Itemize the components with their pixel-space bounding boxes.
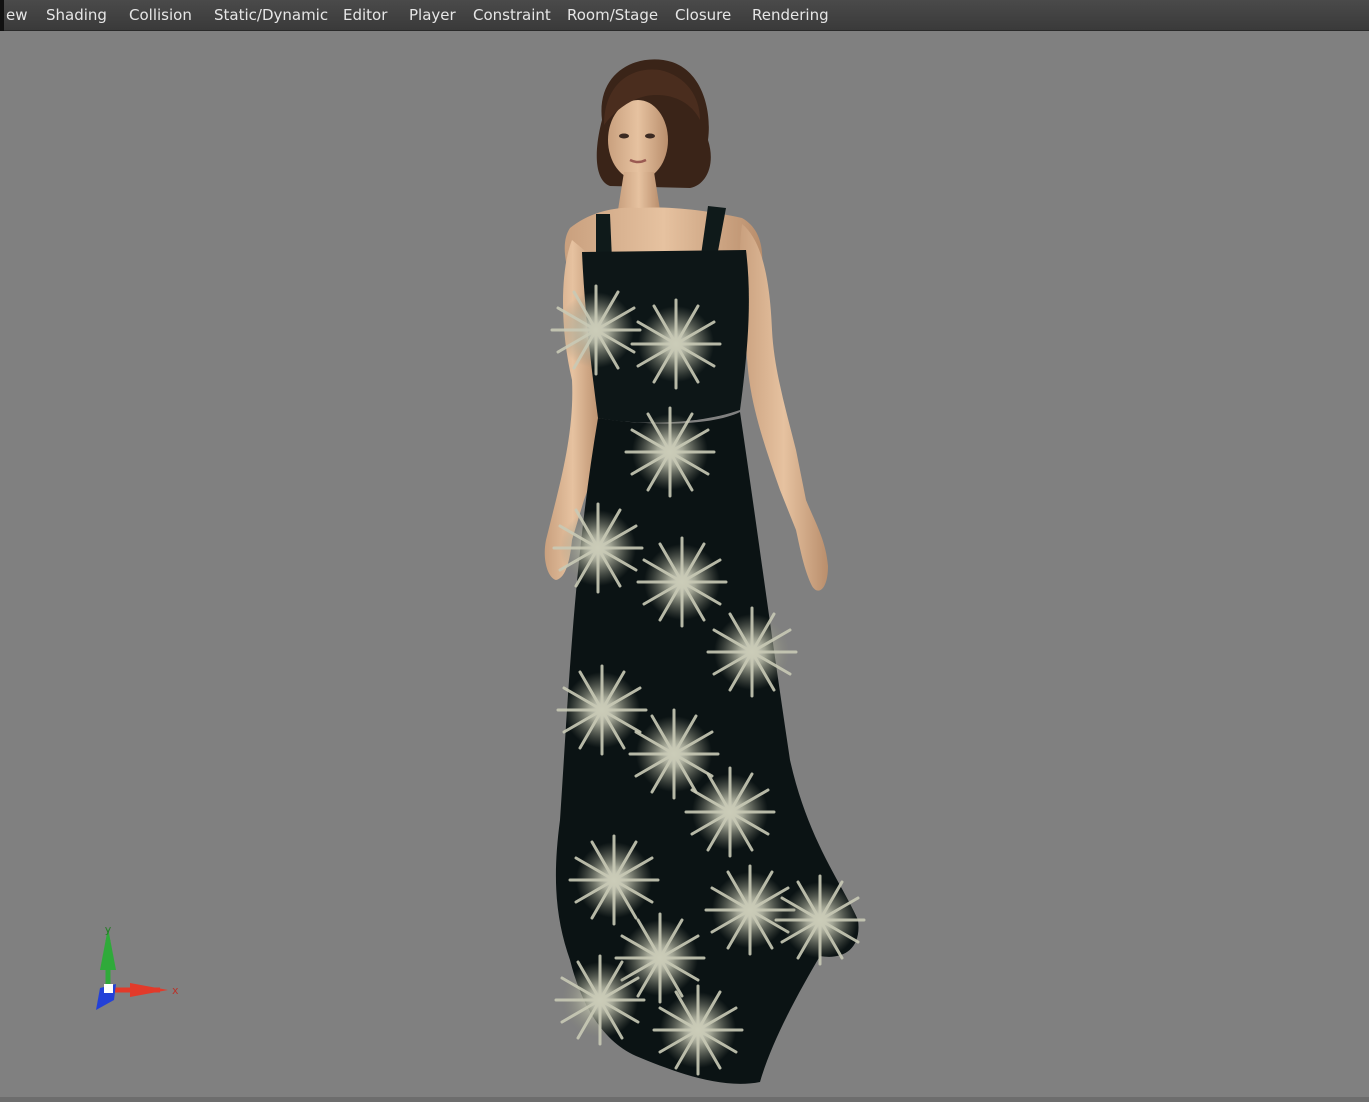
menu-player[interactable]: Player <box>409 6 456 24</box>
axis-gizmo: y x <box>96 923 179 1010</box>
axis-x-arrow <box>130 983 168 997</box>
menu-closure[interactable]: Closure <box>675 6 731 24</box>
menu-rendering[interactable]: Rendering <box>752 6 829 24</box>
menu-bar: ew Shading Collision Static/Dynamic Edit… <box>0 0 1369 31</box>
menu-bar-edge <box>0 0 4 31</box>
3d-viewport[interactable]: y x <box>0 31 1369 1097</box>
app-window: ew Shading Collision Static/Dynamic Edit… <box>0 0 1369 1102</box>
viewport-bottom-border <box>0 1097 1369 1102</box>
axis-y-label: y <box>105 923 112 936</box>
menu-static-dynamic[interactable]: Static/Dynamic <box>214 6 328 24</box>
menu-constraint[interactable]: Constraint <box>473 6 551 24</box>
menu-editor[interactable]: Editor <box>343 6 387 24</box>
axis-origin <box>104 984 113 993</box>
viewport-canvas: y x <box>96 59 866 1084</box>
menu-view[interactable]: ew <box>6 6 28 24</box>
menu-collision[interactable]: Collision <box>129 6 192 24</box>
menu-shading[interactable]: Shading <box>46 6 107 24</box>
menu-room-stage[interactable]: Room/Stage <box>567 6 658 24</box>
axis-x-label: x <box>172 984 179 997</box>
character-model[interactable] <box>544 59 866 1084</box>
